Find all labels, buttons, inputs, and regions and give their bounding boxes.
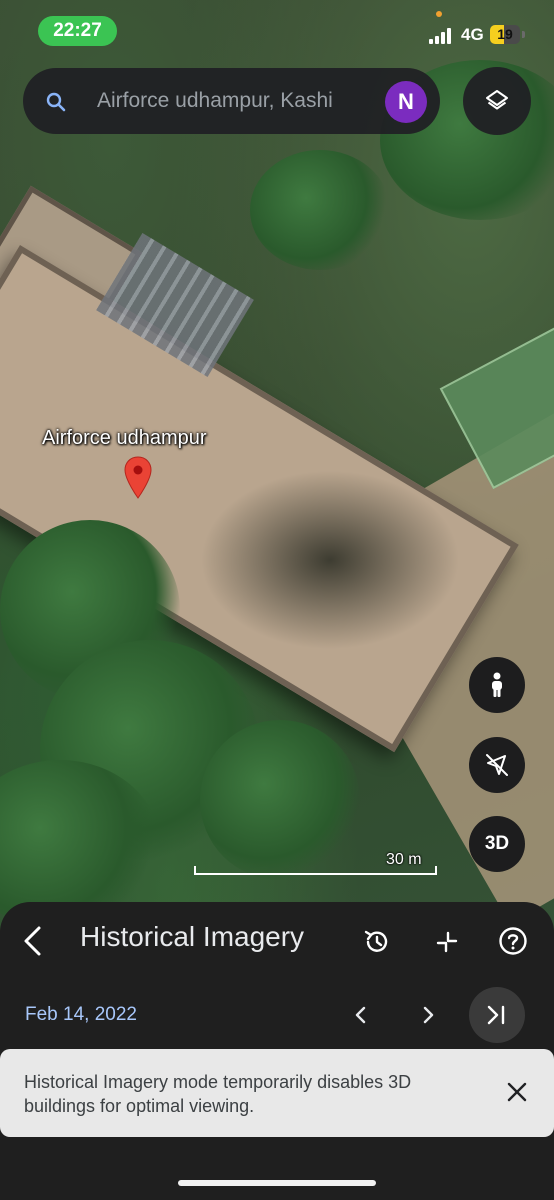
map-tree: [250, 150, 390, 270]
chevron-right-icon[interactable]: [416, 1003, 440, 1027]
satellite-map[interactable]: [0, 0, 554, 930]
signal-strength-icon: [429, 28, 454, 44]
network-type: 4G: [461, 25, 484, 44]
location-off-icon: [486, 754, 508, 776]
chevron-left-icon[interactable]: [349, 1003, 373, 1027]
help-icon[interactable]: [497, 925, 529, 957]
home-indicator[interactable]: [178, 1180, 376, 1186]
imagery-date: Feb 14, 2022: [25, 1004, 137, 1025]
sheet-title: Historical Imagery: [80, 921, 305, 952]
account-avatar[interactable]: N: [385, 81, 427, 123]
layers-icon: [486, 90, 508, 110]
map-sports-court: [439, 320, 554, 490]
history-icon[interactable]: [362, 927, 392, 957]
battery-icon: 19: [490, 25, 520, 44]
latest-imagery-button[interactable]: [469, 987, 525, 1043]
search-icon[interactable]: [44, 90, 68, 114]
search-input[interactable]: Airforce udhampur, Kashi: [97, 89, 373, 113]
battery-level: 19: [497, 26, 513, 42]
skip-to-latest-icon: [487, 1005, 505, 1025]
3d-toggle-button[interactable]: 3D: [469, 816, 525, 872]
close-icon[interactable]: [505, 1080, 529, 1104]
street-view-button[interactable]: [469, 657, 525, 713]
scale-bar: [194, 866, 437, 875]
collapse-icon[interactable]: [432, 927, 462, 957]
map-pin-icon[interactable]: [123, 456, 153, 500]
place-label[interactable]: Airforce udhampur: [42, 427, 207, 450]
privacy-indicator-dot: [436, 11, 442, 17]
layers-button[interactable]: [463, 67, 531, 135]
status-time: 22:27: [38, 16, 117, 46]
toast-message: Historical Imagery mode temporarily disa…: [24, 1072, 412, 1116]
map-tree-shadow: [200, 470, 460, 650]
back-arrow-icon[interactable]: [18, 924, 48, 958]
pegman-icon: [492, 672, 502, 697]
battery-cap: [522, 31, 525, 38]
my-location-button[interactable]: [469, 737, 525, 793]
map-tree: [200, 720, 360, 880]
